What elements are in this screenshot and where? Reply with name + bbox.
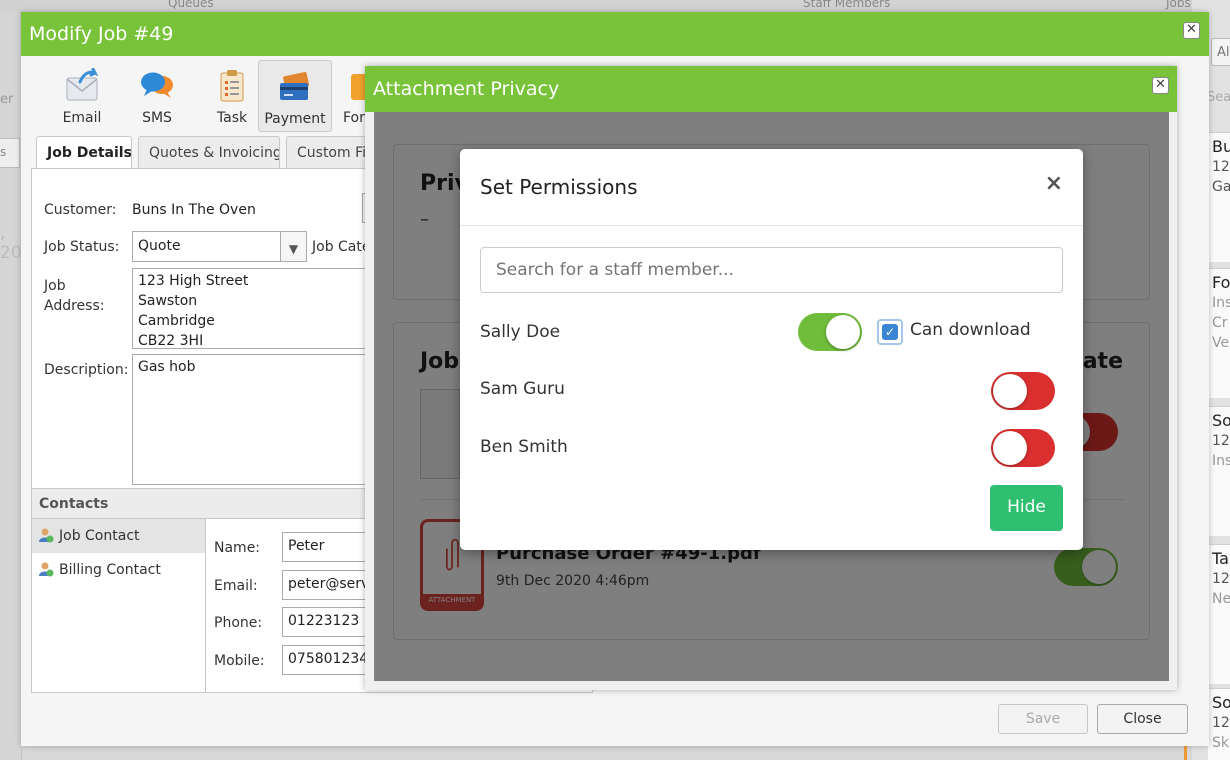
set-permissions-header: Set Permissions ×: [460, 149, 1083, 226]
attachment-privacy-title: Attachment Privacy: [373, 78, 560, 100]
jobs-search-input[interactable]: Sea: [1207, 90, 1230, 105]
jobs-column-label: Jobs: [1166, 0, 1191, 10]
job-status-label: Job Status:: [44, 239, 120, 255]
close-icon[interactable]: ×: [1045, 171, 1063, 196]
contact-mobile-label: Mobile:: [214, 653, 265, 669]
tab-quotes-invoicing[interactable]: Quotes & Invoicing: [138, 136, 280, 168]
sms-button[interactable]: SMS: [120, 60, 194, 132]
job-contact-item[interactable]: Job Contact: [32, 519, 205, 553]
background-left-button: s: [0, 138, 20, 168]
staff-permission-toggle[interactable]: [798, 313, 862, 351]
tab-custom-fields[interactable]: Custom Fi: [286, 136, 366, 168]
background-left-panel: er s , 20: [0, 12, 22, 760]
staff-name: Sam Guru: [480, 379, 565, 399]
jobs-filter-tab[interactable]: All: [1211, 38, 1230, 66]
modify-job-title: Modify Job #49: [29, 23, 174, 45]
description-field[interactable]: Gas hob: [132, 354, 372, 485]
can-download-checkbox[interactable]: ✓: [877, 319, 903, 345]
job-card[interactable]: Fo Ins Cr Ve: [1208, 268, 1230, 398]
payment-button[interactable]: Payment: [258, 60, 332, 132]
job-category-label: Job Cate: [312, 239, 371, 255]
job-address-field[interactable]: 123 High Street Sawston Cambridge CB22 3…: [132, 268, 372, 349]
background-left-date: , 20: [0, 223, 22, 263]
save-button[interactable]: Save: [998, 704, 1088, 734]
set-permissions-title: Set Permissions: [480, 175, 638, 199]
job-card[interactable]: So 12 Ins: [1208, 406, 1230, 536]
attachment-privacy-titlebar: Attachment Privacy ✕: [365, 66, 1177, 112]
contact-email-label: Email:: [214, 578, 258, 594]
contact-name-label: Name:: [214, 540, 261, 556]
tab-job-details[interactable]: Job Details: [36, 136, 132, 169]
job-address-label: Job Address:: [44, 278, 105, 314]
form-icon: [351, 74, 365, 100]
email-icon: [66, 68, 99, 101]
customer-label: Customer:: [44, 202, 117, 218]
background-column-header-bar: Queues Staff Members Jobs: [0, 0, 1230, 12]
contact-icon: [39, 562, 54, 577]
contact-icon: [39, 528, 54, 543]
modify-job-titlebar: Modify Job #49 ✕: [21, 12, 1209, 56]
description-label: Description:: [44, 362, 129, 378]
queues-column-label: Queues: [168, 0, 214, 10]
staff-search-input[interactable]: [480, 247, 1063, 293]
staff-members-column-label: Staff Members: [803, 0, 891, 10]
can-download-label: Can download: [910, 320, 1031, 340]
form-button[interactable]: For: [333, 60, 365, 132]
task-icon: [220, 70, 244, 102]
contacts-list: Job Contact Billing Contact: [32, 519, 206, 693]
chevron-down-icon: ▼: [280, 232, 306, 261]
staff-name: Sally Doe: [480, 322, 561, 342]
close-icon[interactable]: ✕: [1152, 77, 1169, 94]
email-button[interactable]: Email: [45, 60, 119, 132]
check-icon: ✓: [882, 324, 898, 340]
close-icon[interactable]: ✕: [1183, 22, 1200, 39]
background-left-text: er: [0, 92, 14, 107]
set-permissions-modal: Set Permissions × Sally Doe ✓ Can downlo…: [460, 149, 1083, 550]
payment-icon: [280, 72, 310, 100]
sms-icon: [141, 72, 173, 98]
contact-phone-label: Phone:: [214, 615, 263, 631]
job-card[interactable]: Bu 12 Ga: [1208, 132, 1230, 262]
staff-permission-toggle[interactable]: [991, 372, 1055, 410]
job-card[interactable]: Ta 12 Ne: [1208, 544, 1230, 684]
billing-contact-item[interactable]: Billing Contact: [32, 553, 205, 587]
staff-permission-toggle[interactable]: [991, 429, 1055, 467]
hide-button[interactable]: Hide: [990, 485, 1063, 531]
close-button[interactable]: Close: [1097, 704, 1188, 734]
staff-name: Ben Smith: [480, 437, 568, 457]
customer-value: Buns In The Oven: [132, 202, 256, 218]
job-status-select[interactable]: Quote ▼: [132, 231, 307, 262]
job-card[interactable]: So 12 Sk: [1208, 688, 1230, 760]
